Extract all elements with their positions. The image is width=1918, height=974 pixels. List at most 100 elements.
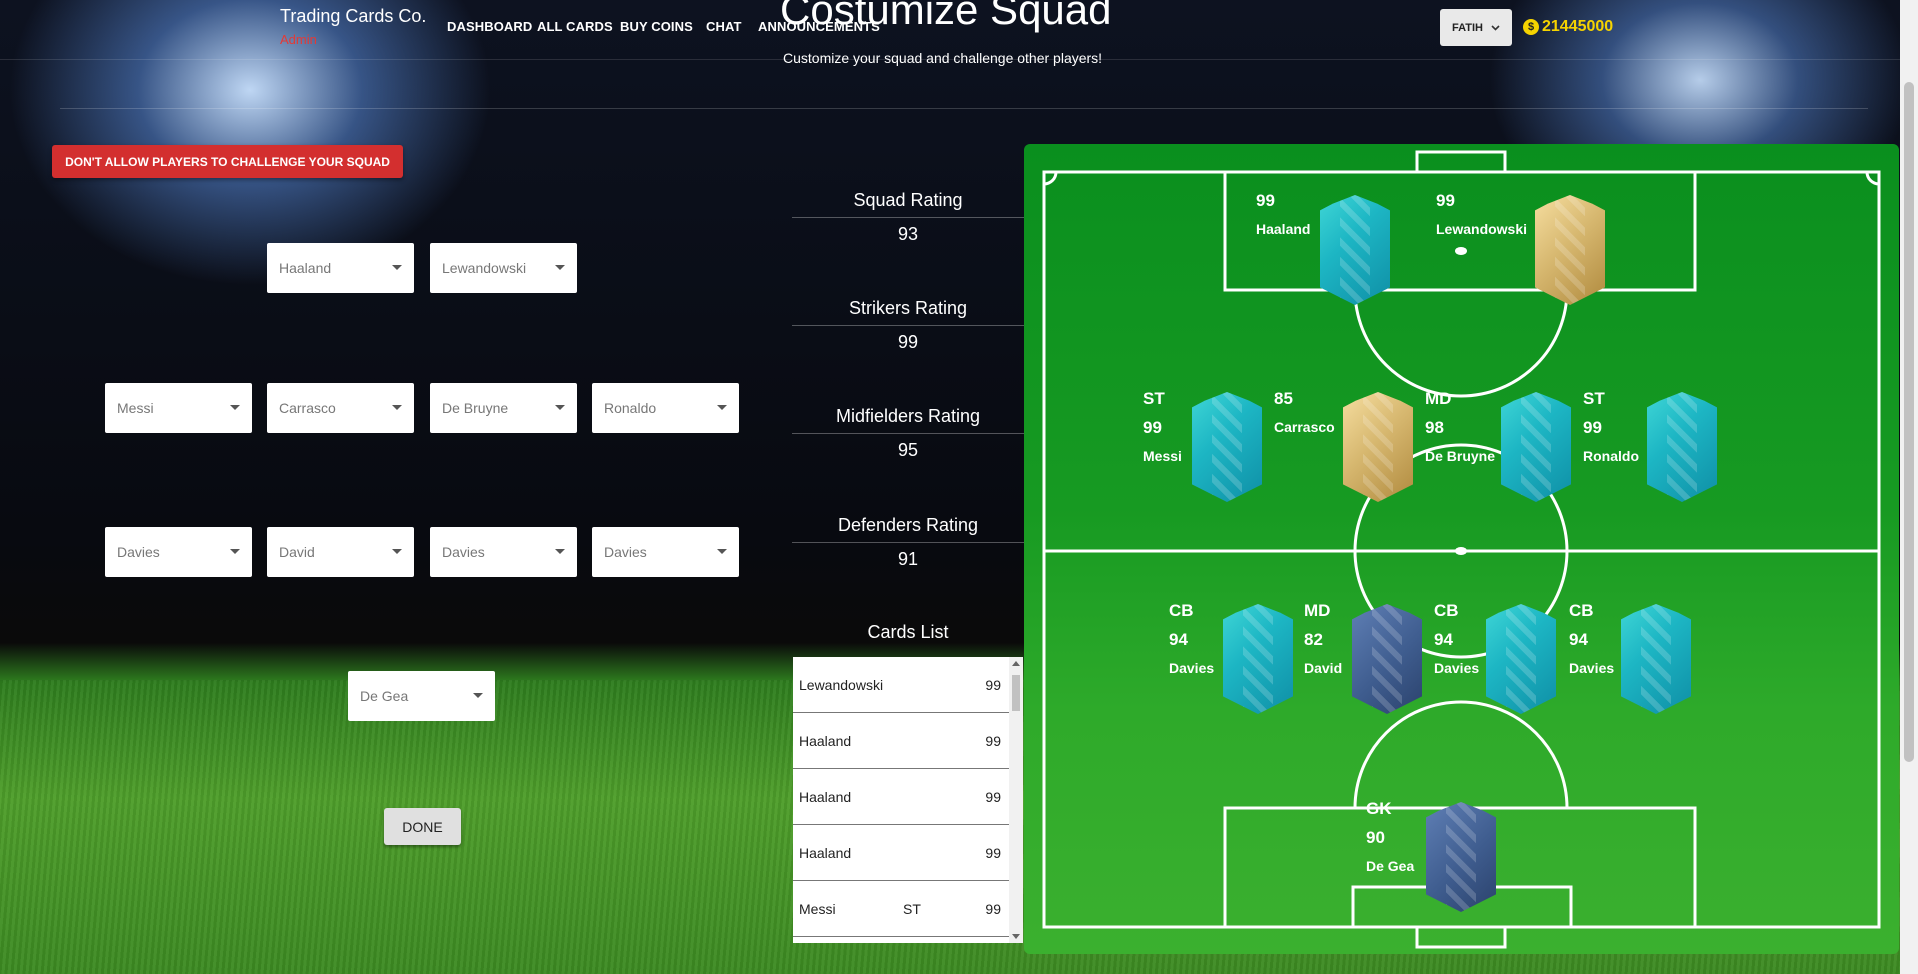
coin-balance: $ 21445000 <box>1523 18 1613 36</box>
rating-label: Squad Rating <box>792 186 1024 218</box>
list-item[interactable]: Messi ST 99 <box>793 881 1023 937</box>
striker-select-2[interactable]: Lewandowski <box>430 243 577 293</box>
player-card[interactable] <box>1192 392 1262 502</box>
nav-buy-coins[interactable]: BUY COINS <box>620 19 693 34</box>
pitch-player-haaland[interactable]: 99 Haaland <box>1256 186 1310 244</box>
player-card[interactable] <box>1352 604 1422 714</box>
player-name: Haaland <box>1256 221 1311 237</box>
player-rating: 94 <box>1169 630 1188 649</box>
select-value: Ronaldo <box>604 400 657 416</box>
pitch-player-davies-1[interactable]: CB 94 Davies <box>1169 596 1214 683</box>
player-card[interactable] <box>1223 604 1293 714</box>
user-dropdown[interactable]: FATIH <box>1440 9 1512 46</box>
striker-select-1[interactable]: Haaland <box>267 243 414 293</box>
player-name: Carrasco <box>1274 419 1335 435</box>
midfielder-select-2[interactable]: Carrasco <box>267 383 414 433</box>
disallow-challenge-button[interactable]: DON'T ALLOW PLAYERS TO CHALLENGE YOUR SQ… <box>52 145 403 178</box>
done-button[interactable]: DONE <box>384 808 461 845</box>
player-position: ST <box>1583 389 1605 408</box>
midfielder-select-1[interactable]: Messi <box>105 383 252 433</box>
player-rating: 94 <box>1569 630 1588 649</box>
caret-down-icon <box>555 405 565 410</box>
select-value: Messi <box>117 400 154 416</box>
player-rating: 99 <box>1583 418 1602 437</box>
player-card[interactable] <box>1535 195 1605 305</box>
defender-select-4[interactable]: Davies <box>592 527 739 577</box>
goalkeeper-select[interactable]: De Gea <box>348 671 495 721</box>
player-position: CB <box>1169 601 1194 620</box>
nav-all-cards[interactable]: ALL CARDS <box>537 19 613 34</box>
defender-select-3[interactable]: Davies <box>430 527 577 577</box>
select-value: Davies <box>442 544 485 560</box>
brand-role: Admin <box>280 32 317 47</box>
midfielder-select-3[interactable]: De Bruyne <box>430 383 577 433</box>
player-card[interactable] <box>1621 604 1691 714</box>
player-card[interactable] <box>1426 802 1496 912</box>
select-value: De Bruyne <box>442 400 509 416</box>
pitch-player-lewandowski[interactable]: 99 Lewandowski <box>1436 186 1527 244</box>
nav-chat[interactable]: CHAT <box>706 19 742 34</box>
player-name: De Bruyne <box>1425 448 1496 464</box>
defender-select-2[interactable]: David <box>267 527 414 577</box>
player-card[interactable] <box>1647 392 1717 502</box>
rating-label: Strikers Rating <box>792 294 1024 326</box>
card-rating: 99 <box>985 788 1001 805</box>
caret-down-icon <box>230 549 240 554</box>
scroll-down-icon[interactable] <box>1012 934 1020 939</box>
player-name: Davies <box>1569 660 1615 676</box>
scroll-thumb[interactable] <box>1904 82 1914 762</box>
pitch-player-de-bruyne[interactable]: MD 98 De Bruyne <box>1425 384 1495 471</box>
player-card[interactable] <box>1501 392 1571 502</box>
list-item[interactable]: Haaland 99 <box>793 713 1023 769</box>
scroll-up-icon[interactable] <box>1012 661 1020 666</box>
nav-dashboard[interactable]: DASHBOARD <box>447 19 532 34</box>
rating-value: 95 <box>897 440 919 460</box>
player-rating: 99 <box>1143 418 1162 437</box>
player-name: Ronaldo <box>1583 448 1639 464</box>
page-scrollbar[interactable] <box>1900 0 1918 974</box>
pitch-player-ronaldo[interactable]: ST 99 Ronaldo <box>1583 384 1639 471</box>
card-position: ST <box>903 900 921 917</box>
player-rating: 99 <box>1256 191 1275 210</box>
player-card[interactable] <box>1486 604 1556 714</box>
scroll-thumb[interactable] <box>1012 675 1020 711</box>
pitch: 99 Haaland 99 Lewandowski ST 99 Messi 85… <box>1024 144 1899 954</box>
card-name: Lewandowski <box>799 676 884 693</box>
card-rating: 99 <box>985 844 1001 861</box>
pitch-player-david[interactable]: MD 82 David <box>1304 596 1342 683</box>
rating-value: 99 <box>897 332 919 352</box>
divider <box>60 108 1868 109</box>
player-name: David <box>1304 660 1343 676</box>
player-rating: 85 <box>1274 389 1293 408</box>
defender-select-1[interactable]: Davies <box>105 527 252 577</box>
caret-down-icon <box>717 549 727 554</box>
rating-label: Midfielders Rating <box>792 402 1024 434</box>
list-item[interactable]: Haaland 99 <box>793 769 1023 825</box>
player-position: CB <box>1434 601 1459 620</box>
player-position: MD <box>1304 601 1331 620</box>
player-position: ST <box>1143 389 1165 408</box>
defenders-rating: Defenders Rating 91 <box>792 511 1024 570</box>
pitch-player-carrasco[interactable]: 85 Carrasco <box>1274 384 1335 442</box>
caret-down-icon <box>555 549 565 554</box>
midfielder-select-4[interactable]: Ronaldo <box>592 383 739 433</box>
pitch-player-davies-3[interactable]: CB 94 Davies <box>1569 596 1614 683</box>
player-card[interactable] <box>1343 392 1413 502</box>
pitch-player-messi[interactable]: ST 99 Messi <box>1143 384 1182 471</box>
card-name: Haaland <box>799 732 852 749</box>
pitch-player-davies-2[interactable]: CB 94 Davies <box>1434 596 1479 683</box>
squad-rating: Squad Rating 93 <box>792 186 1024 245</box>
caret-down-icon <box>555 265 565 270</box>
card-name: Haaland <box>799 788 852 805</box>
list-scrollbar[interactable] <box>1009 657 1023 943</box>
cards-list[interactable]: Lewandowski 99 Haaland 99 Haaland 99 Haalan… <box>793 657 1023 943</box>
page-title: Costumize Squad <box>780 0 1112 33</box>
player-rating: 90 <box>1366 828 1385 847</box>
list-item[interactable]: Haaland 99 <box>793 825 1023 881</box>
player-card[interactable] <box>1320 195 1390 305</box>
pitch-player-de-gea[interactable]: GK 90 De Gea <box>1366 794 1414 881</box>
caret-down-icon <box>473 693 483 698</box>
brand-name[interactable]: Trading Cards Co. <box>280 6 426 27</box>
player-name: Davies <box>1169 660 1215 676</box>
list-item[interactable]: Lewandowski 99 <box>793 657 1023 713</box>
